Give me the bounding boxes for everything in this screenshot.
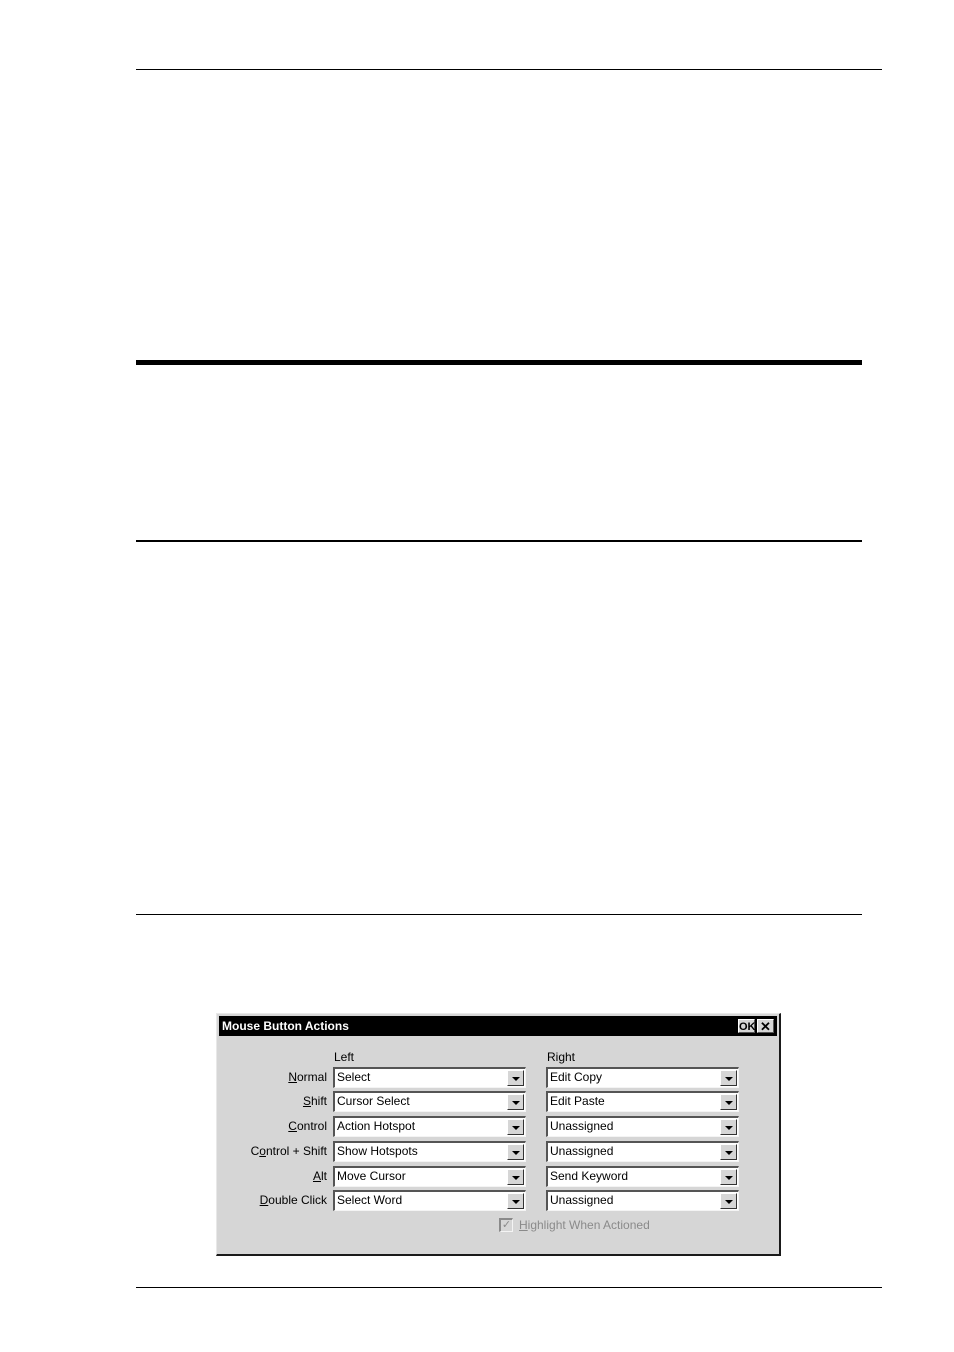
selected-value: Cursor Select	[337, 1094, 410, 1108]
chevron-down-icon[interactable]	[720, 1119, 737, 1135]
action-select-left[interactable]: Select	[333, 1067, 526, 1088]
selected-value: Show Hotspots	[337, 1144, 418, 1158]
chevron-down-icon[interactable]	[507, 1169, 524, 1185]
selected-value: Select Word	[337, 1193, 403, 1207]
mouse-button-actions-dialog: Mouse Button Actions OK ✕ Left Right Nor…	[216, 1013, 781, 1256]
action-select-right[interactable]: Unassigned	[546, 1116, 739, 1137]
selected-value: Edit Copy	[550, 1070, 603, 1084]
chevron-down-icon[interactable]	[507, 1070, 524, 1086]
row-label: Normal	[288, 1070, 327, 1084]
action-select-right[interactable]: Edit Paste	[546, 1091, 739, 1112]
close-icon[interactable]: ✕	[757, 1019, 774, 1034]
action-select-right[interactable]: Send Keyword	[546, 1166, 739, 1187]
chevron-down-icon[interactable]	[720, 1094, 737, 1110]
action-select-right[interactable]: Unassigned	[546, 1141, 739, 1162]
row-label: Control + Shift	[250, 1144, 327, 1158]
selected-value: Edit Paste	[550, 1094, 605, 1108]
footer-rule	[136, 1287, 882, 1288]
action-select-left[interactable]: Action Hotspot	[333, 1116, 526, 1137]
chevron-down-icon[interactable]	[720, 1144, 737, 1160]
action-select-left[interactable]: Cursor Select	[333, 1091, 526, 1112]
action-select-right[interactable]: Edit Copy	[546, 1067, 739, 1088]
selected-value: Action Hotspot	[337, 1119, 416, 1133]
chevron-down-icon[interactable]	[720, 1193, 737, 1209]
action-select-left[interactable]: Select Word	[333, 1190, 526, 1211]
selected-value: Unassigned	[550, 1193, 614, 1207]
checkbox-check-icon: ✓	[499, 1218, 513, 1232]
row-label: Double Click	[259, 1193, 327, 1207]
action-select-left[interactable]: Show Hotspots	[333, 1141, 526, 1162]
row-label: Alt	[312, 1169, 327, 1183]
chevron-down-icon[interactable]	[507, 1193, 524, 1209]
chevron-down-icon[interactable]	[507, 1144, 524, 1160]
row-label: Control	[288, 1119, 327, 1133]
action-select-right[interactable]: Unassigned	[546, 1190, 739, 1211]
selected-value: Unassigned	[550, 1144, 614, 1158]
column-header-left: Left	[334, 1050, 355, 1064]
header-rule	[136, 69, 882, 70]
section-rule	[136, 914, 862, 915]
chevron-down-icon[interactable]	[507, 1094, 524, 1110]
selected-value: Unassigned	[550, 1119, 614, 1133]
selected-value: Select	[337, 1070, 371, 1084]
ok-button[interactable]: OK	[738, 1019, 756, 1033]
checkbox-label: Highlight When Actioned	[519, 1218, 650, 1232]
chevron-down-icon[interactable]	[720, 1070, 737, 1086]
section-rule	[136, 540, 862, 542]
selected-value: Move Cursor	[337, 1169, 406, 1183]
section-rule-thick	[136, 360, 862, 365]
chevron-down-icon[interactable]	[720, 1169, 737, 1185]
action-select-left[interactable]: Move Cursor	[333, 1166, 526, 1187]
chevron-down-icon[interactable]	[507, 1119, 524, 1135]
selected-value: Send Keyword	[550, 1169, 629, 1183]
column-header-right: Right	[547, 1050, 576, 1064]
dialog-title: Mouse Button Actions	[222, 1019, 349, 1033]
row-label: Shift	[302, 1094, 327, 1108]
dialog-titlebar[interactable]: Mouse Button Actions OK ✕	[219, 1016, 777, 1036]
